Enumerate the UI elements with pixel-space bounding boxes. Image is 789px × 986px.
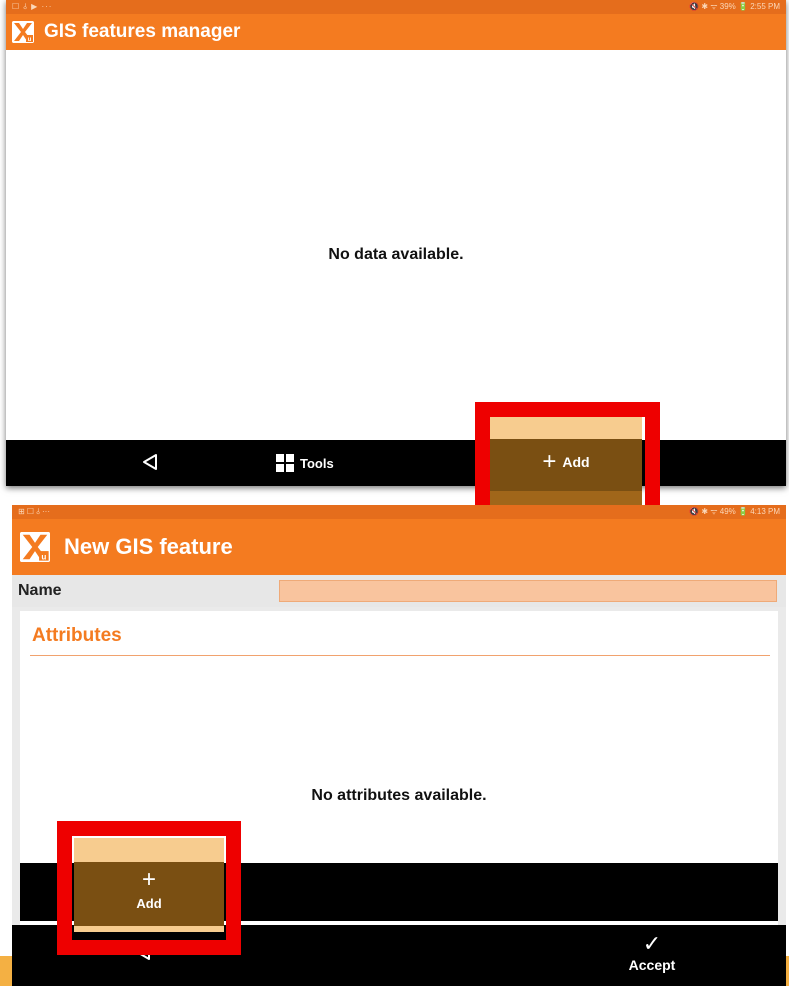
name-label: Name bbox=[18, 582, 62, 599]
xpad-logo-icon: u bbox=[12, 21, 34, 43]
tools-button[interactable]: Tools bbox=[276, 452, 334, 474]
highlight-box-add-attribute bbox=[57, 821, 241, 955]
name-row: Name bbox=[12, 575, 786, 607]
accept-label: Accept bbox=[628, 957, 676, 973]
tools-label: Tools bbox=[300, 455, 334, 471]
page-title: New GIS feature bbox=[64, 534, 233, 559]
divider bbox=[30, 655, 770, 656]
empty-message: No attributes available. bbox=[311, 787, 487, 804]
accept-button[interactable]: ✓ Accept bbox=[612, 931, 692, 981]
status-bar: ☐ ⫰ ▶ ··· 🔇 ✱ ᯤ 39% 🔋 2:55 PM bbox=[6, 0, 786, 14]
bottom-toolbar: Tools bbox=[6, 440, 786, 486]
features-list: No data available. bbox=[6, 50, 786, 440]
composite-screenshot: ☐ ⫰ ▶ ··· 🔇 ✱ ᯤ 39% 🔋 2:55 PM u GIS feat… bbox=[0, 0, 789, 986]
status-bar-left: ⊞ ☐ ⫰ ··· bbox=[18, 507, 51, 516]
svg-text:u: u bbox=[28, 37, 32, 43]
check-icon: ✓ bbox=[642, 931, 662, 956]
empty-message: No data available. bbox=[328, 246, 464, 263]
page-title: GIS features manager bbox=[44, 21, 241, 42]
background-strip-left bbox=[0, 956, 12, 986]
app-bar: u New GIS feature bbox=[12, 519, 786, 575]
status-bar-right: 🔇 ✱ ᯤ 49% 🔋 4:13 PM bbox=[689, 507, 780, 516]
status-bar-left: ☐ ⫰ ▶ ··· bbox=[12, 2, 53, 11]
name-field[interactable] bbox=[279, 580, 777, 602]
app-bar: u GIS features manager bbox=[6, 14, 786, 50]
status-bar: ⊞ ☐ ⫰ ··· 🔇 ✱ ᯤ 49% 🔋 4:13 PM bbox=[12, 505, 786, 519]
triangle-back-icon[interactable] bbox=[141, 453, 159, 471]
svg-text:u: u bbox=[41, 552, 46, 561]
gis-features-manager-screen: ☐ ⫰ ▶ ··· 🔇 ✱ ᯤ 39% 🔋 2:55 PM u GIS feat… bbox=[6, 0, 786, 486]
grid-icon bbox=[276, 454, 294, 472]
status-bar-right: 🔇 ✱ ᯤ 39% 🔋 2:55 PM bbox=[689, 2, 780, 11]
attributes-title: Attributes bbox=[32, 625, 122, 646]
xpad-logo-icon: u bbox=[20, 532, 50, 562]
